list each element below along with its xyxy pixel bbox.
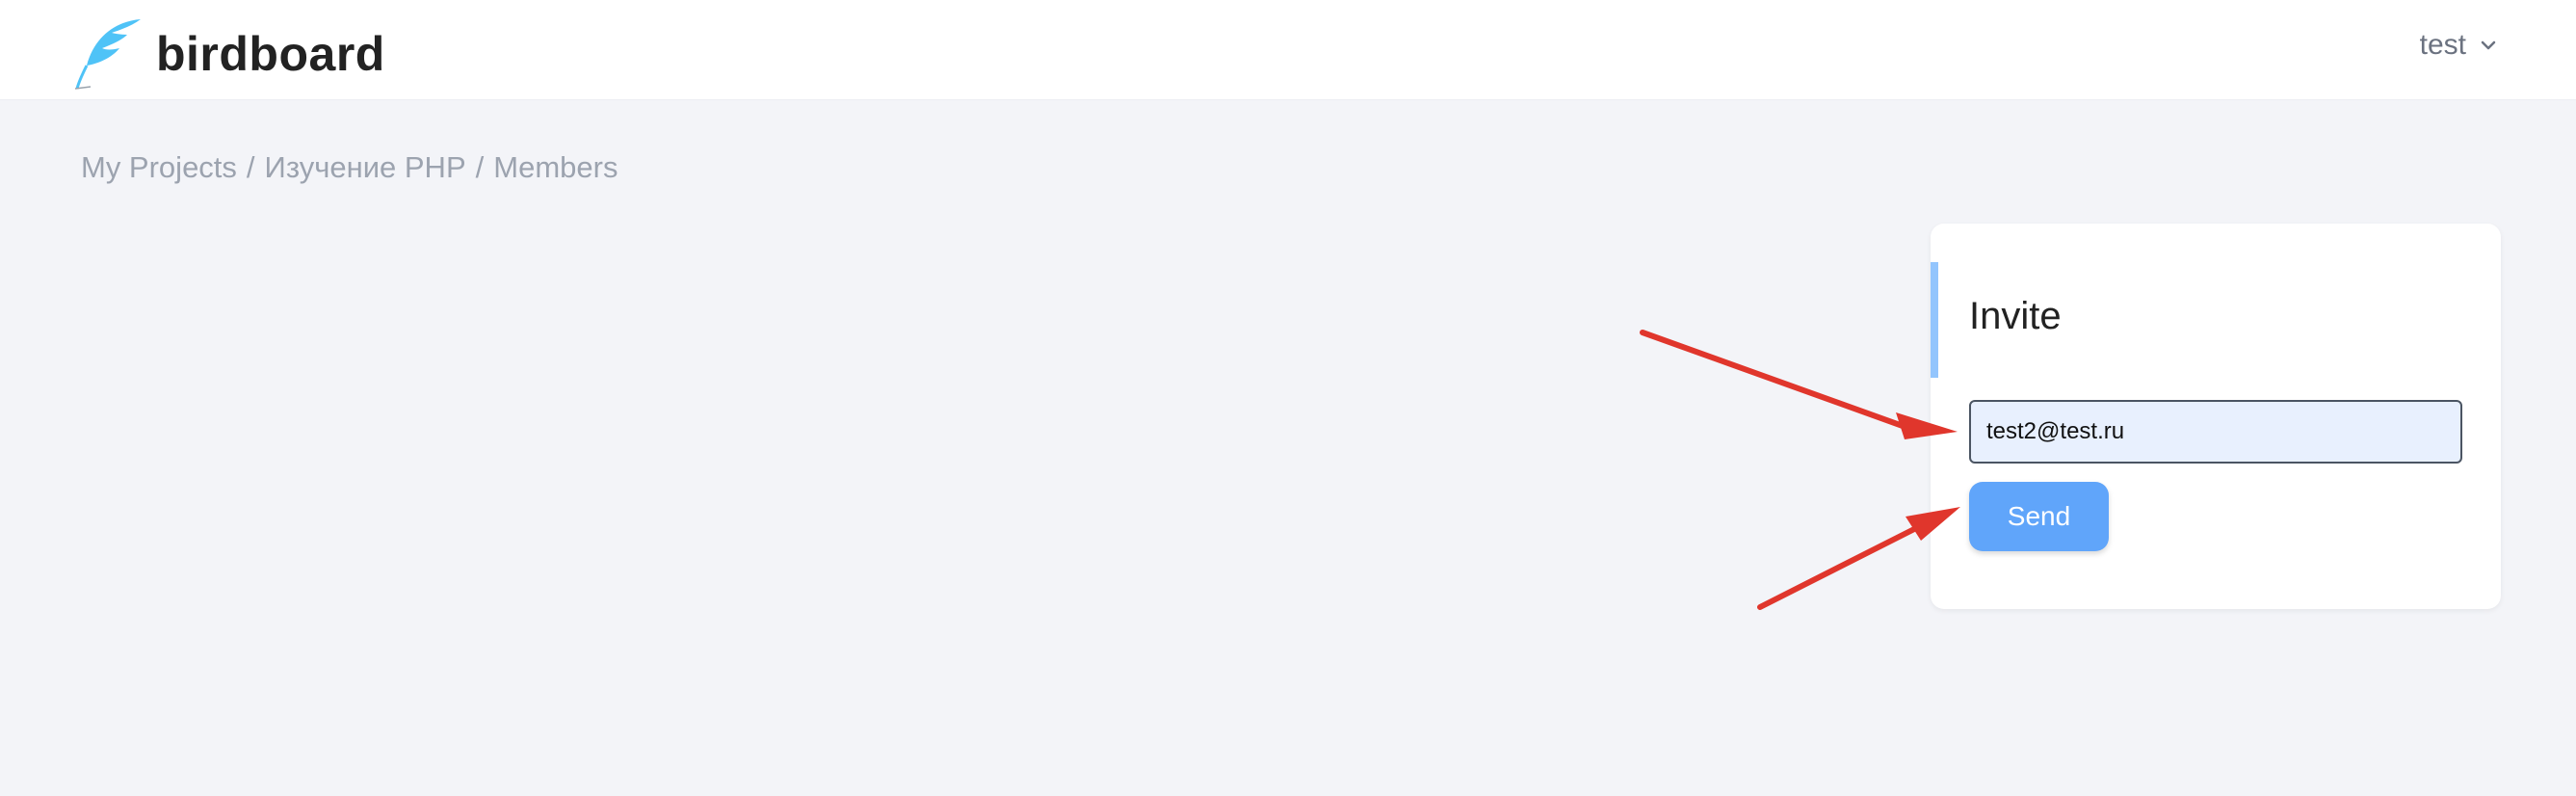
breadcrumb-members: Members — [493, 150, 618, 184]
feather-icon — [74, 19, 141, 90]
breadcrumb-separator: / — [475, 150, 485, 184]
user-menu-dropdown[interactable]: test — [2420, 29, 2499, 62]
annotation-arrow-icon — [1640, 330, 1958, 439]
top-navbar: birdboard test — [0, 0, 2576, 100]
breadcrumb-project[interactable]: Изучение PHP — [265, 150, 466, 185]
brand-name: birdboard — [156, 27, 385, 81]
invite-card: Invite Send — [1931, 224, 2501, 609]
breadcrumb-my-projects[interactable]: My Projects — [81, 150, 237, 185]
invite-title: Invite — [1969, 295, 2062, 337]
breadcrumb-separator: / — [246, 150, 255, 184]
send-button[interactable]: Send — [1969, 482, 2109, 551]
user-name: test — [2419, 29, 2466, 61]
page: birdboard test My Projects / Изучение PH… — [0, 0, 2576, 796]
card-accent-bar — [1931, 262, 1938, 378]
chevron-down-icon — [2481, 40, 2496, 50]
brand-logo-link[interactable]: birdboard — [73, 15, 385, 93]
invite-email-input[interactable] — [1969, 400, 2462, 464]
breadcrumb: My Projects / Изучение PHP / Members — [81, 150, 618, 185]
